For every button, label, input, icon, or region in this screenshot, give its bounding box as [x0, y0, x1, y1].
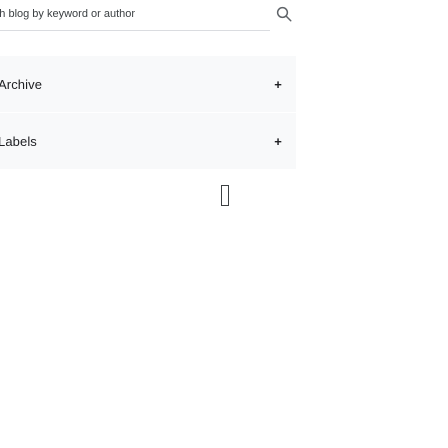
search-underline: [0, 30, 270, 31]
search-button[interactable]: [272, 2, 296, 26]
archive-title: Archive: [0, 76, 43, 92]
missing-glyph-box: [221, 185, 229, 206]
archive-section-header[interactable]: Archive +: [0, 56, 296, 112]
blog-sidebar: Archive + Labels +: [0, 0, 448, 448]
labels-title: Labels: [0, 133, 37, 149]
labels-expand-icon[interactable]: +: [272, 134, 284, 149]
search-icon: [276, 6, 292, 22]
search-bar: [0, 0, 448, 44]
labels-section-header[interactable]: Labels +: [0, 113, 296, 169]
archive-expand-icon[interactable]: +: [272, 77, 284, 92]
search-input[interactable]: [0, 3, 260, 25]
